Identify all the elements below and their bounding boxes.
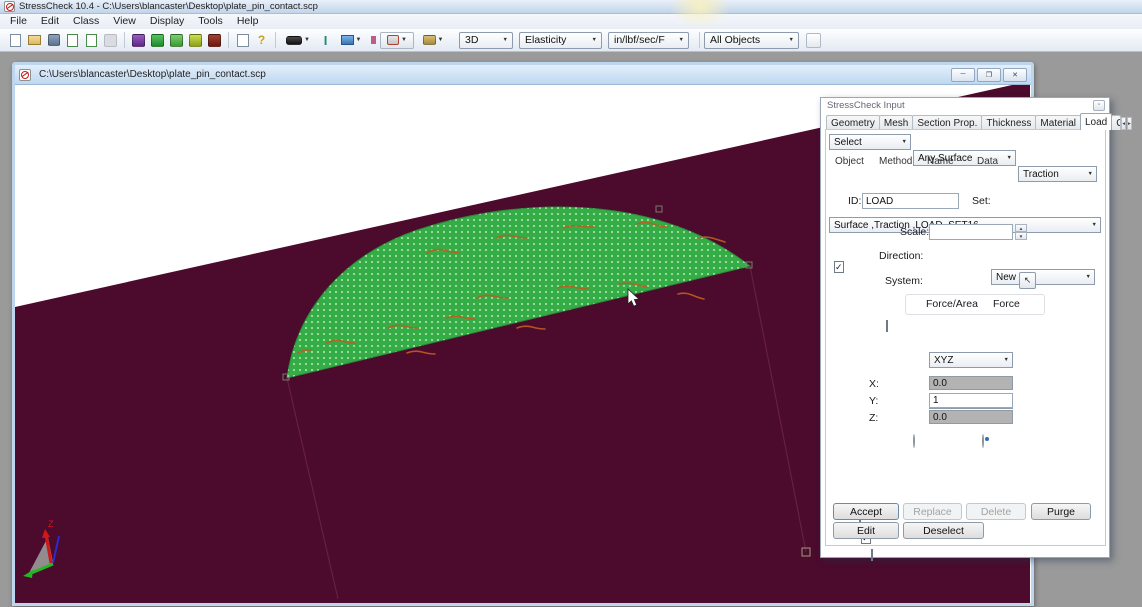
section-tool-icon[interactable]: I	[317, 32, 334, 49]
edit-button[interactable]: Edit	[833, 522, 899, 539]
menu-tools[interactable]: Tools	[191, 14, 230, 29]
notes-icon[interactable]	[234, 32, 251, 49]
tab-thickness[interactable]: Thickness	[981, 115, 1036, 130]
scale-checkbox[interactable]	[886, 320, 888, 332]
record-header-object: Object	[835, 156, 864, 167]
layers-dropdown[interactable]: ▼	[336, 32, 366, 49]
method-combobox[interactable]: Select	[829, 134, 911, 150]
z-input[interactable]	[929, 410, 1013, 424]
marker-icon[interactable]	[368, 32, 378, 49]
tab-mesh[interactable]: Mesh	[879, 115, 913, 130]
menu-display[interactable]: Display	[143, 14, 191, 29]
scale-label: Scale:	[900, 226, 929, 238]
accept-button[interactable]: Accept	[833, 503, 899, 520]
selection-filter-combobox[interactable]: All Objects	[704, 32, 799, 49]
document-titlebar[interactable]: C:\Users\blancaster\Desktop\plate_pin_co…	[15, 65, 1031, 85]
force-area-radio[interactable]	[913, 434, 915, 448]
main-titlebar: StressCheck 10.4 - C:\Users\blancaster\D…	[0, 0, 1142, 14]
replace-button: Replace	[903, 503, 962, 520]
record-header-name: Name	[927, 156, 954, 167]
menu-edit[interactable]: Edit	[34, 14, 66, 29]
system-label: System:	[885, 275, 923, 287]
print-icon-disabled	[102, 32, 119, 49]
set-label: Set:	[972, 195, 991, 207]
id-label: ID:	[848, 195, 861, 207]
document-title: C:\Users\blancaster\Desktop\plate_pin_co…	[39, 69, 266, 80]
record-header-data: Data	[977, 156, 998, 167]
purge-button[interactable]: Purge	[1031, 503, 1091, 520]
menu-file[interactable]: File	[3, 14, 34, 29]
help-icon[interactable]: ?	[253, 32, 270, 49]
formulation-combobox[interactable]: Elasticity	[519, 32, 602, 49]
tab-load[interactable]: Load	[1080, 113, 1112, 130]
report-icon[interactable]	[206, 32, 223, 49]
menu-help[interactable]: Help	[230, 14, 266, 29]
units-combobox[interactable]: in/lbf/sec/F	[608, 32, 689, 49]
force-label: Force	[993, 298, 1020, 310]
model-folder-icon[interactable]	[168, 32, 185, 49]
z-checkbox[interactable]	[871, 549, 873, 561]
type-combobox[interactable]: Traction	[1018, 166, 1097, 182]
document-logo-icon	[19, 69, 31, 81]
tab-scroll-left-button[interactable]: ◂	[1121, 117, 1126, 130]
open-file-icon[interactable]	[26, 32, 43, 49]
triad-z-label: Z	[48, 519, 54, 529]
tab-scroll-right-button[interactable]: ▸	[1127, 117, 1132, 130]
display-mode-dropdown[interactable]: ▼	[281, 32, 315, 49]
direction-label: Direction:	[879, 250, 923, 262]
scale-spinner[interactable]: ▲▼	[1015, 224, 1027, 240]
tab-section-prop[interactable]: Section Prop.	[912, 115, 982, 130]
id-input[interactable]	[862, 193, 959, 209]
dialog-tabs: Geometry Mesh Section Prop. Thickness Ma…	[826, 113, 1106, 130]
menu-class[interactable]: Class	[66, 14, 106, 29]
toolbar: ? ▼ I ▼ ▼ ▼ 3D Elasticity in/lbf/sec/F A…	[0, 29, 1142, 52]
y-label: Y:	[869, 395, 878, 407]
z-label: Z:	[869, 412, 878, 424]
save-icon[interactable]	[45, 32, 62, 49]
dialog-pin-button[interactable]: ▫	[1093, 100, 1105, 111]
zoom-tool-dropdown[interactable]: ▼	[416, 32, 450, 49]
menu-bar: File Edit Class View Display Tools Help	[0, 14, 1142, 29]
x-input[interactable]	[929, 376, 1013, 390]
tab-geometry[interactable]: Geometry	[826, 115, 880, 130]
delete-button: Delete	[966, 503, 1026, 520]
dialog-titlebar[interactable]: StressCheck Input ▫	[821, 98, 1109, 112]
system-pick-button[interactable]: ↖	[1019, 272, 1036, 289]
scale-input[interactable]	[929, 224, 1013, 240]
main-window-title: StressCheck 10.4 - C:\Users\blancaster\D…	[19, 1, 318, 12]
app-logo-icon	[4, 1, 15, 12]
set-combobox[interactable]: New set	[991, 269, 1095, 285]
record-header-method: Method	[879, 156, 912, 167]
mdi-background: C:\Users\blancaster\Desktop\plate_pin_co…	[0, 52, 1142, 607]
tab-constraint-cut[interactable]: Cc	[1111, 115, 1121, 130]
menu-view[interactable]: View	[106, 14, 143, 29]
import-icon[interactable]	[64, 32, 81, 49]
tab-material[interactable]: Material	[1035, 115, 1081, 130]
dimension-combobox[interactable]: 3D	[459, 32, 513, 49]
x-label: X:	[869, 378, 879, 390]
results-icon[interactable]	[187, 32, 204, 49]
minimize-button[interactable]: ─	[951, 68, 975, 82]
dialog-title: StressCheck Input	[827, 100, 905, 111]
force-area-label: Force/Area	[926, 298, 978, 310]
close-button[interactable]: ✕	[1003, 68, 1027, 82]
id-checkbox[interactable]: ✓	[834, 261, 844, 273]
geometry-view-icon[interactable]	[130, 32, 147, 49]
new-file-icon[interactable]	[7, 32, 24, 49]
force-radio[interactable]	[982, 434, 984, 448]
mesh-view-icon[interactable]	[149, 32, 166, 49]
stresscheck-input-dialog: StressCheck Input ▫ Geometry Mesh Sectio…	[820, 97, 1110, 558]
export-icon[interactable]	[83, 32, 100, 49]
y-input[interactable]	[929, 393, 1013, 408]
selection-extra-button[interactable]	[806, 33, 821, 48]
deselect-button[interactable]: Deselect	[903, 522, 984, 539]
direction-combobox[interactable]: XYZ	[929, 352, 1013, 368]
load-tab-panel	[825, 129, 1106, 546]
restore-button[interactable]: ❐	[977, 68, 1001, 82]
rotate-tool-dropdown[interactable]: ▼	[380, 32, 414, 49]
